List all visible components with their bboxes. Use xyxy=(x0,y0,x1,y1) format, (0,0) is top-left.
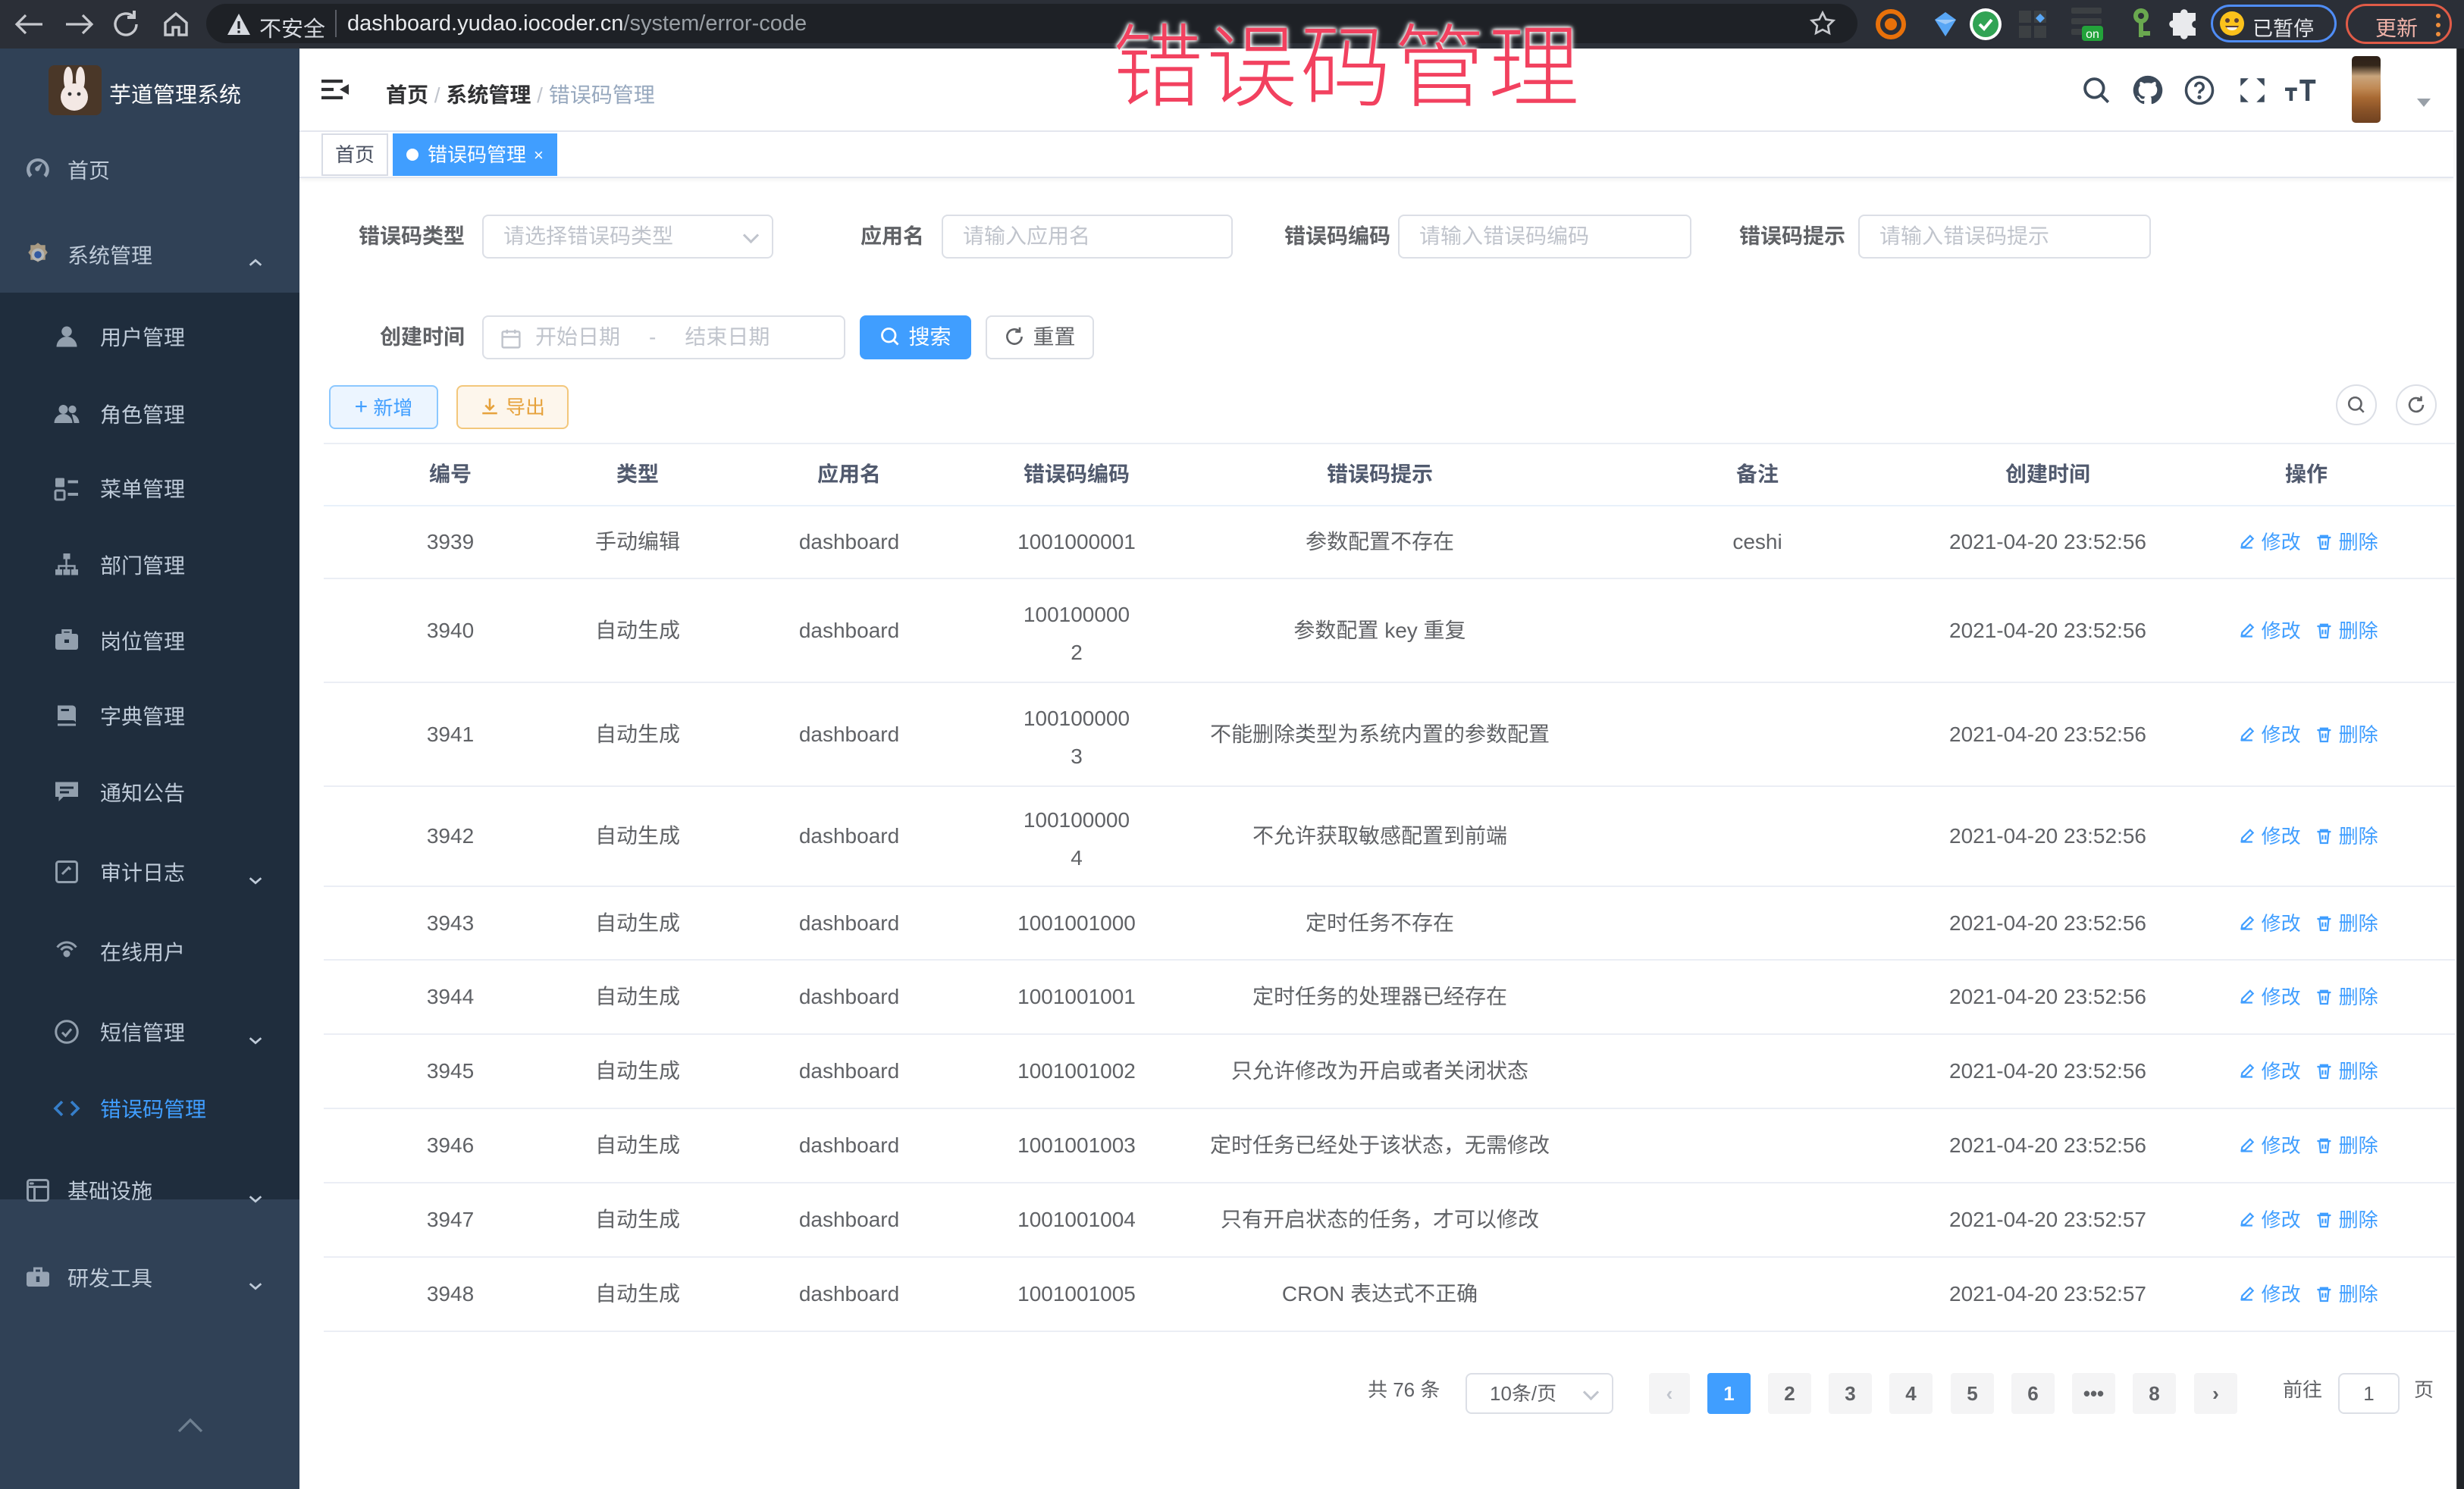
svg-text:on: on xyxy=(2086,28,2099,41)
